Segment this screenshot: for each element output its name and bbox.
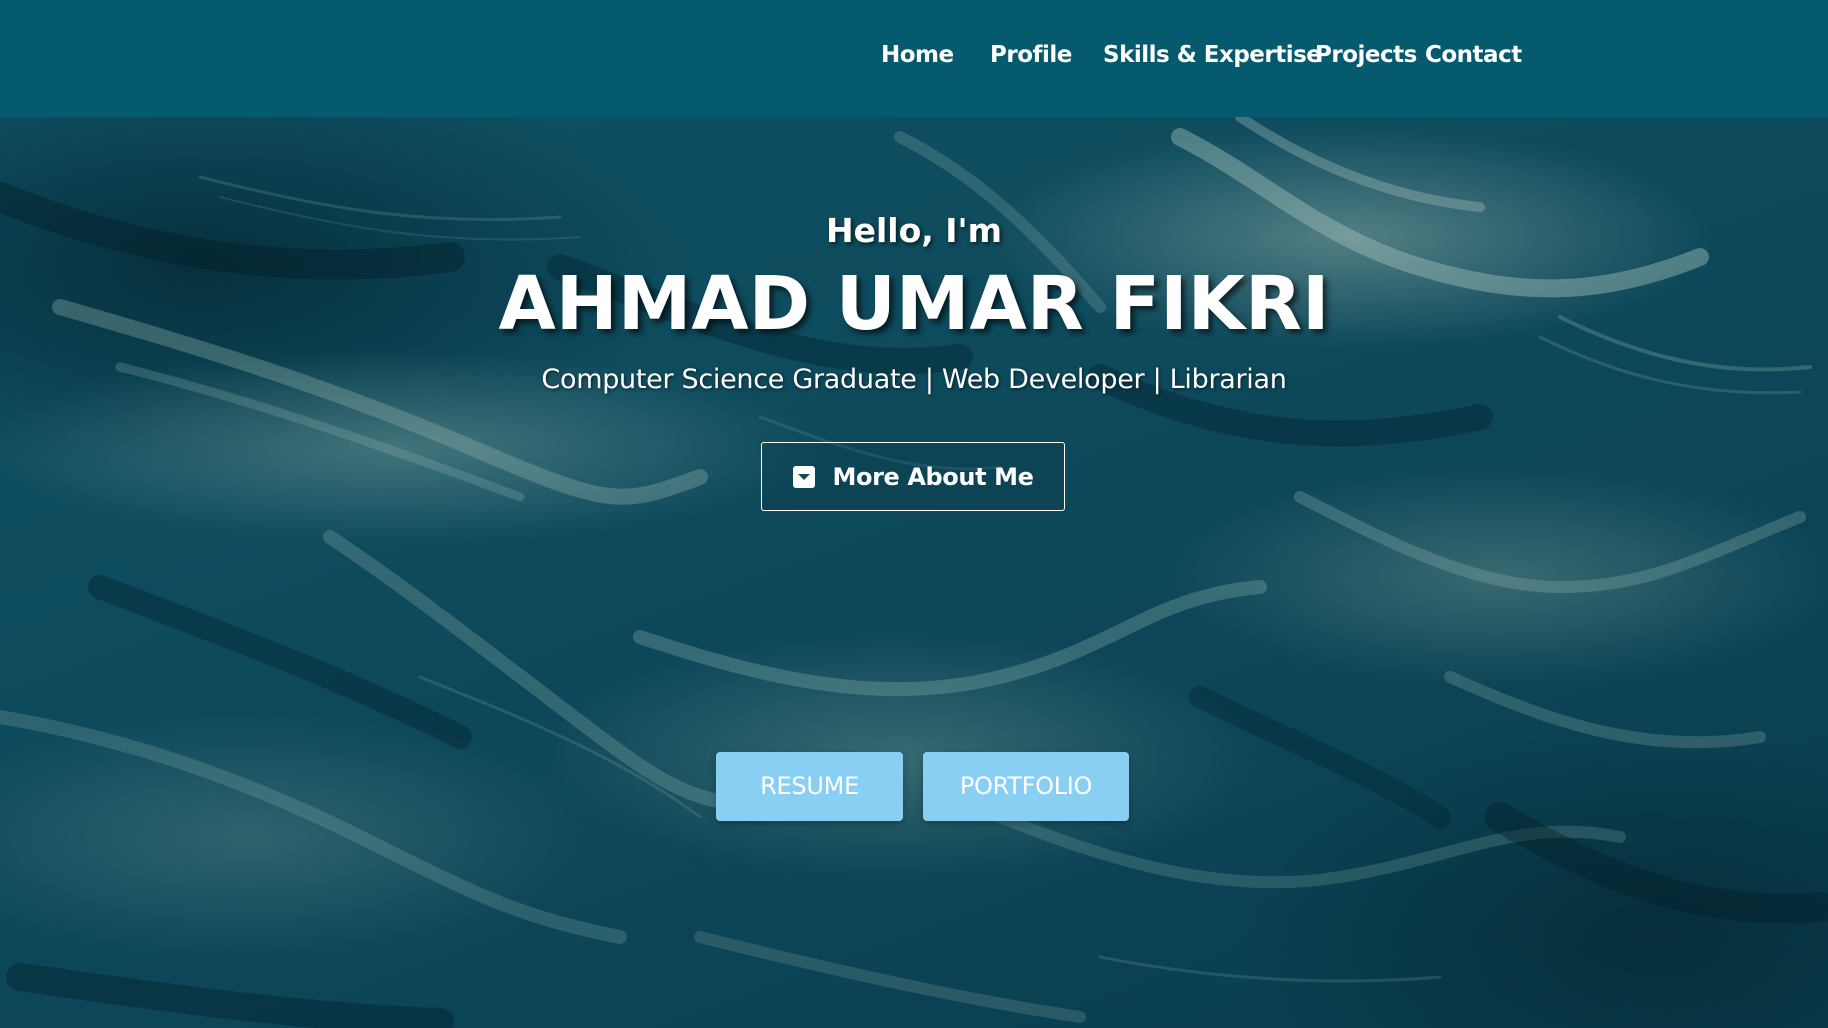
- nav-item-projects[interactable]: Projects: [1315, 40, 1417, 70]
- portfolio-button[interactable]: PORTFOLIO: [923, 752, 1129, 821]
- nav-item-profile[interactable]: Profile: [990, 40, 1072, 70]
- hero-greeting: Hello, I'm: [825, 211, 1003, 250]
- nav-item-skills[interactable]: Skills & Expertise: [1103, 40, 1322, 70]
- chevron-down-square-icon: [792, 465, 815, 488]
- hero-tagline: Computer Science Graduate | Web Develope…: [541, 364, 1287, 395]
- hero-name: AHMAD UMAR FIKRI: [498, 261, 1330, 347]
- nav-item-contact[interactable]: Contact: [1425, 40, 1522, 70]
- more-about-me-label: More About Me: [832, 462, 1034, 491]
- nav-item-home[interactable]: Home: [881, 40, 954, 70]
- more-about-me-button[interactable]: More About Me: [761, 442, 1065, 511]
- resume-button[interactable]: RESUME: [716, 752, 903, 821]
- page: Home Profile Skills & Expertise Projects…: [0, 0, 1828, 1028]
- top-navbar: Home Profile Skills & Expertise Projects…: [0, 0, 1828, 117]
